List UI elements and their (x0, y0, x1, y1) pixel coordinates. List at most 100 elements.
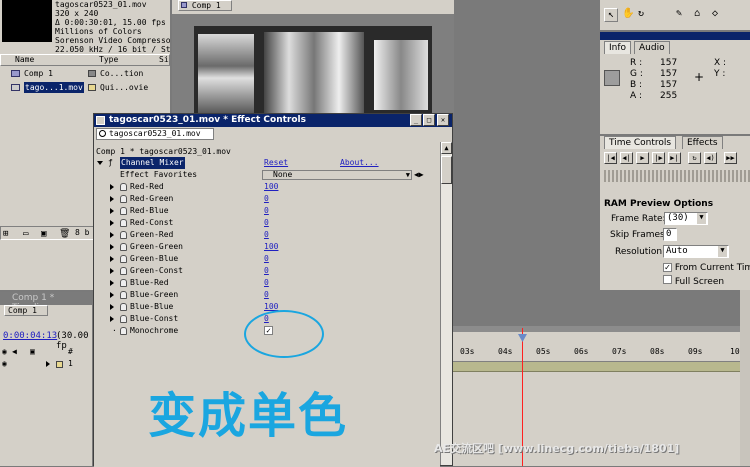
expand-triangle-icon[interactable] (110, 184, 114, 190)
current-timecode[interactable]: 0:00:04:13 (3, 331, 57, 341)
ram-preview-button[interactable]: ▶▶ (724, 152, 737, 164)
comp-canvas[interactable] (172, 14, 454, 120)
scroll-up-button[interactable]: ▲ (441, 142, 452, 154)
folder-icon[interactable]: ▭ (23, 229, 28, 239)
size-column-header[interactable]: Si (159, 55, 169, 65)
param-value[interactable]: 0 (264, 217, 269, 229)
param-value[interactable]: 100 (264, 181, 278, 193)
eraser-tool-icon[interactable]: ◇ (712, 8, 718, 19)
eye-icon[interactable]: ◉ (2, 359, 7, 368)
project-column-headers[interactable]: Name Type Si (0, 54, 170, 66)
layer-duration-bar[interactable] (452, 362, 750, 372)
tab-time-controls[interactable]: Time Controls (604, 136, 677, 149)
expand-triangle-icon[interactable] (110, 208, 114, 214)
effect-tab[interactable]: tagoscar0523_01.mov (96, 128, 214, 140)
full-screen-checkbox[interactable]: Full Screen (663, 275, 750, 287)
param-row[interactable]: Red-Blue 0 (94, 205, 440, 217)
effect-scroll-bar[interactable]: ▲ (440, 142, 452, 465)
param-row[interactable]: Green-Blue 0 (94, 253, 440, 265)
stopwatch-icon[interactable] (120, 243, 127, 251)
stopwatch-icon[interactable] (120, 183, 127, 191)
resolution-select[interactable]: Auto ▼ (663, 245, 729, 258)
expand-triangle-icon[interactable] (110, 244, 114, 250)
expand-triangle-icon[interactable] (110, 232, 114, 238)
about-button[interactable]: About... (340, 157, 379, 169)
param-value[interactable]: 0 (264, 277, 269, 289)
param-row[interactable]: Blue-Red 0 (94, 277, 440, 289)
param-value[interactable]: 0 (264, 229, 269, 241)
expand-triangle-icon[interactable] (110, 292, 114, 298)
stopwatch-icon[interactable] (120, 327, 127, 335)
fx-icon[interactable]: ƒ (108, 157, 113, 169)
loop-button[interactable]: ↻ (688, 152, 701, 164)
param-row[interactable]: Green-Red 0 (94, 229, 440, 241)
effect-controls-titlebar[interactable]: tagoscar0523_01.mov * Effect Controls _ … (94, 114, 452, 127)
favorites-arrows-icon[interactable]: ◀▶ (414, 169, 424, 181)
stopwatch-icon[interactable] (120, 195, 127, 203)
stopwatch-icon[interactable] (120, 291, 127, 299)
trash-icon[interactable]: 🗑 (59, 229, 70, 239)
stopwatch-icon[interactable] (120, 279, 127, 287)
scroll-bar-right[interactable] (740, 290, 750, 466)
param-row[interactable]: Blue-Green 0 (94, 289, 440, 301)
param-row[interactable]: Red-Green 0 (94, 193, 440, 205)
stopwatch-icon[interactable] (120, 255, 127, 263)
first-frame-button[interactable]: |◀ (604, 152, 617, 164)
param-value[interactable]: 0 (264, 193, 269, 205)
play-button[interactable]: ▶ (636, 152, 649, 164)
expand-triangle-icon[interactable] (110, 196, 114, 202)
comp-button-icon[interactable]: ▣ (41, 229, 46, 239)
expand-triangle-icon[interactable] (46, 361, 50, 367)
bit-depth-button[interactable]: 8 b (75, 228, 89, 237)
expand-triangle-icon[interactable] (110, 268, 114, 274)
work-area-bar[interactable] (452, 326, 750, 332)
stopwatch-icon[interactable] (120, 267, 127, 275)
param-value[interactable]: 100 (264, 241, 278, 253)
from-current-time-checkbox[interactable]: ✓ From Current Time (663, 263, 750, 273)
param-row[interactable]: Red-Const 0 (94, 217, 440, 229)
param-value[interactable]: 0 (264, 253, 269, 265)
scroll-handle[interactable] (441, 156, 452, 184)
stopwatch-icon[interactable] (120, 231, 127, 239)
last-frame-button[interactable]: ▶| (668, 152, 681, 164)
selection-tool-icon[interactable]: ↖ (604, 8, 618, 22)
comp-tab[interactable]: Comp 1 (178, 0, 232, 11)
type-column-header[interactable]: Type (99, 55, 118, 65)
expand-triangle-icon[interactable] (110, 220, 114, 226)
timeline-tab[interactable]: Comp 1 (4, 305, 48, 316)
skip-frames-input[interactable]: 0 (663, 228, 677, 241)
jog-slider[interactable] (604, 170, 750, 182)
time-ruler[interactable]: 03s 04s 05s 06s 07s 08s 09s 10s (452, 340, 750, 362)
param-row[interactable]: Green-Const 0 (94, 265, 440, 277)
layer-row[interactable]: ◉ 1 (0, 359, 92, 370)
stopwatch-icon[interactable] (120, 303, 127, 311)
close-button[interactable]: ✕ (437, 114, 449, 126)
hand-tool-icon[interactable]: ✋ (622, 8, 634, 19)
name-column-header[interactable]: Name (15, 55, 34, 65)
expand-triangle-icon[interactable] (97, 161, 103, 165)
frame-rate-select[interactable]: (30) ▼ (664, 212, 708, 225)
project-item-selected[interactable]: tago...1.mov Qui...ovie (0, 81, 170, 94)
param-row[interactable]: Red-Red 100 (94, 181, 440, 193)
prev-frame-button[interactable]: ◀| (620, 152, 633, 164)
effect-favorites-select[interactable]: None ▼ (262, 170, 412, 180)
expand-triangle-icon[interactable] (110, 256, 114, 262)
find-icon[interactable]: ⊞ (3, 229, 8, 239)
param-value[interactable]: 0 (264, 205, 269, 217)
audio-button[interactable]: ◀) (704, 152, 717, 164)
effect-name[interactable]: Channel Mixer (120, 157, 185, 169)
expand-triangle-icon[interactable] (110, 280, 114, 286)
param-value[interactable]: 0 (264, 265, 269, 277)
stopwatch-icon[interactable] (120, 207, 127, 215)
rotate-tool-icon[interactable]: ↻ (638, 8, 644, 19)
reset-button[interactable]: Reset (264, 157, 288, 169)
project-item[interactable]: Comp 1 Co...tion (0, 67, 170, 80)
expand-triangle-icon[interactable] (110, 304, 114, 310)
stamp-tool-icon[interactable]: ⌂ (694, 8, 700, 19)
next-frame-button[interactable]: |▶ (652, 152, 665, 164)
stopwatch-icon[interactable] (120, 219, 127, 227)
param-value[interactable]: 0 (264, 289, 269, 301)
tab-info[interactable]: Info (604, 41, 632, 54)
tab-audio[interactable]: Audio (634, 41, 670, 54)
stopwatch-icon[interactable] (120, 315, 127, 323)
